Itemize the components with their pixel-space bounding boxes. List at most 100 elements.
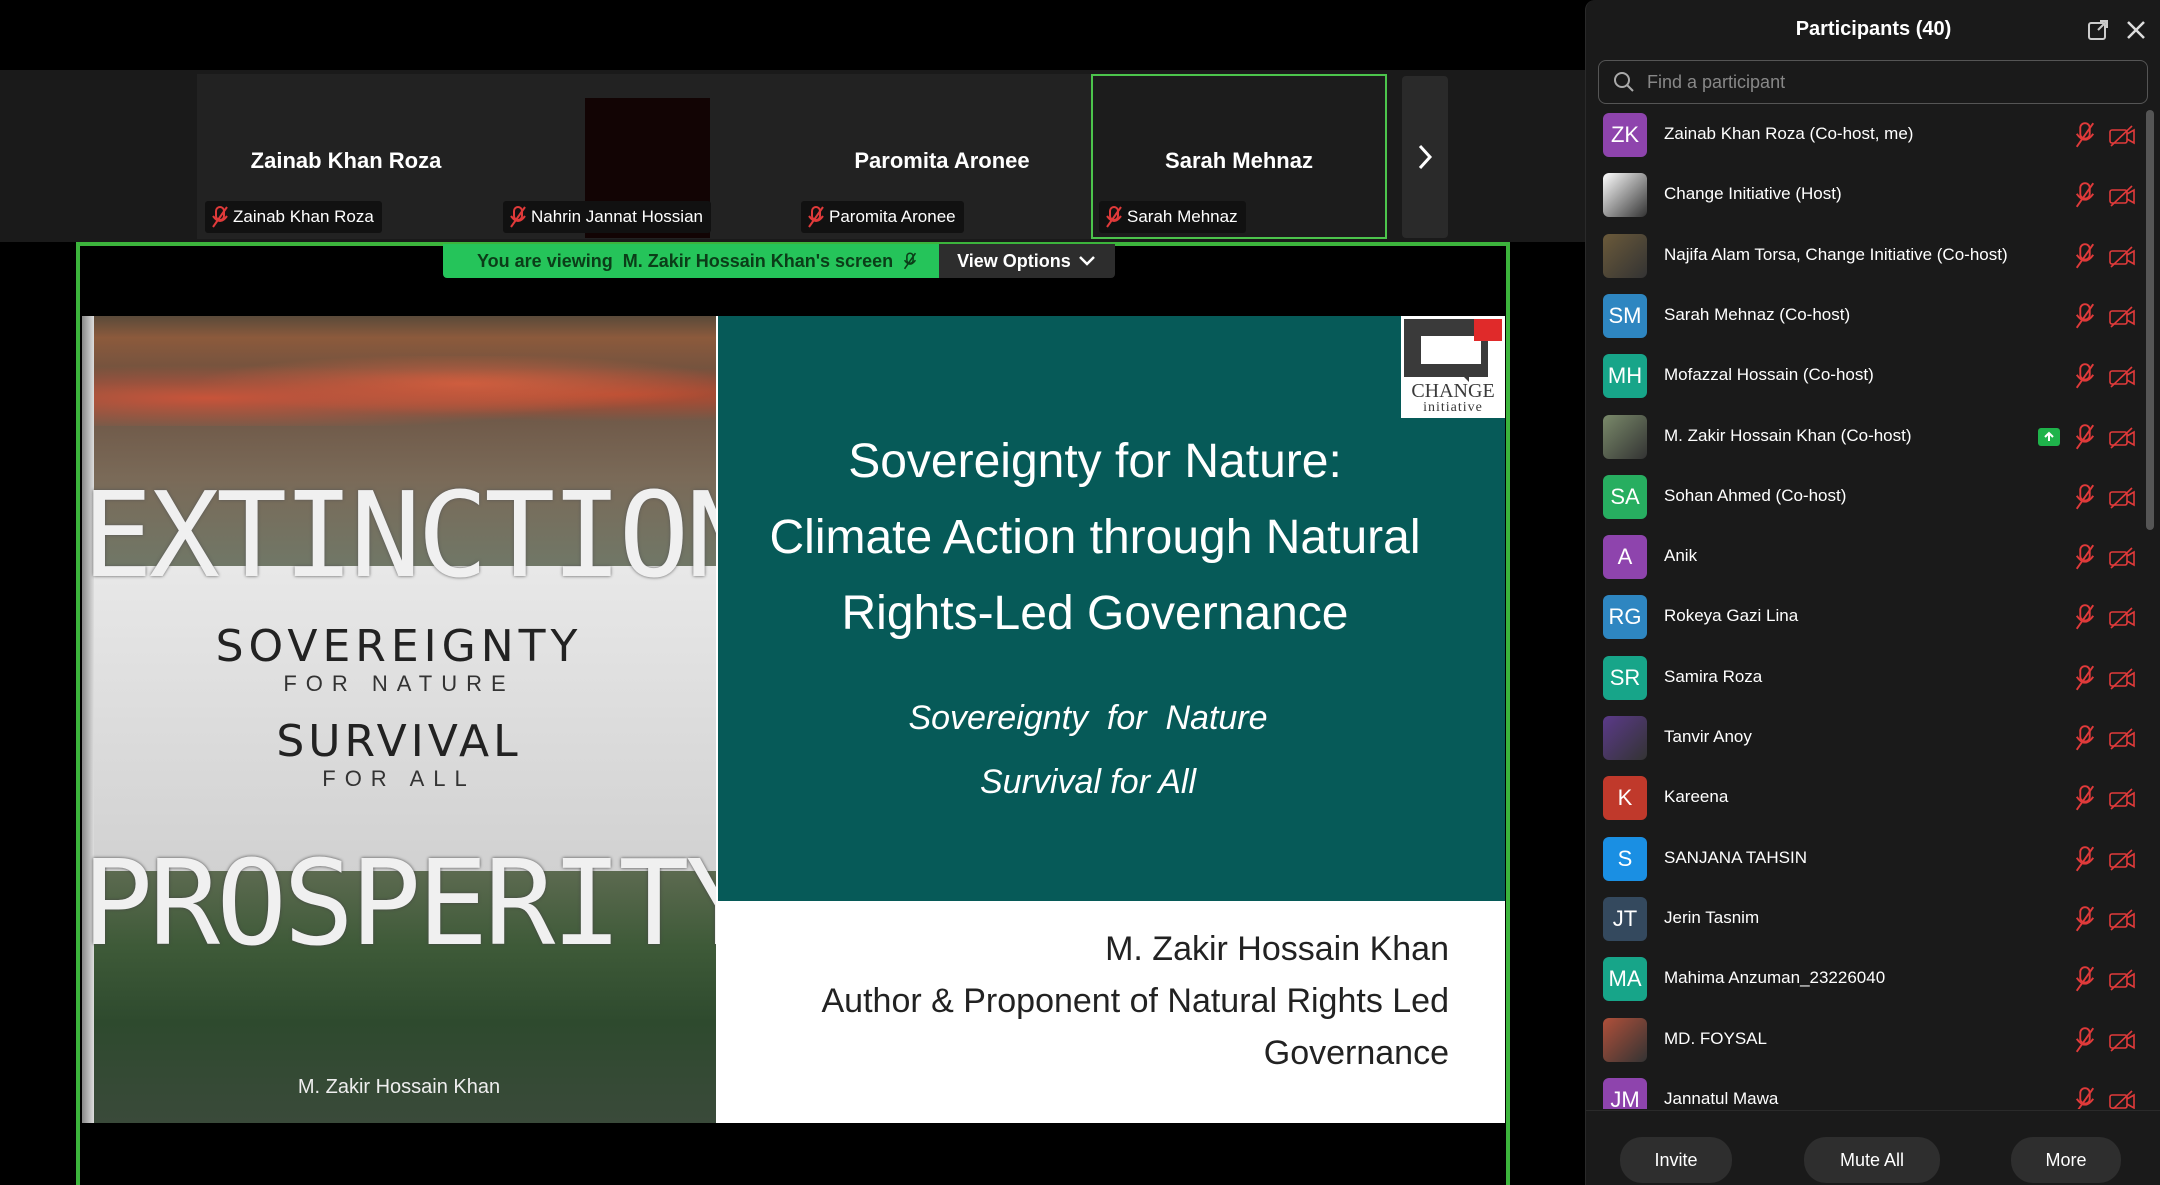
book-author: M. Zakir Hossain Khan [297,1076,501,1098]
video-off-icon[interactable] [2108,787,2136,811]
search-input[interactable] [1647,71,2127,93]
tile-name: Zainab Khan Roza [250,148,442,173]
video-tile-paromita[interactable]: Paromita Aronee Paromita Aronee [793,74,1091,239]
participant-row[interactable]: Najifa Alam Torsa, Change Initiative (Co… [1586,225,2146,285]
mic-muted-icon[interactable] [2074,423,2096,450]
video-off-icon[interactable] [2108,426,2136,450]
participant-row[interactable]: A Anik [1586,526,2146,586]
participant-name: SANJANA TAHSIN [1664,847,1807,867]
video-off-icon[interactable] [2108,1089,2136,1109]
avatar: MA [1603,957,1647,1002]
participant-row[interactable]: Tanvir Anoy [1586,707,2146,767]
video-off-icon[interactable] [2108,848,2136,872]
video-off-icon[interactable] [2108,606,2136,630]
mic-muted-icon[interactable] [2074,604,2096,630]
video-off-icon[interactable] [2108,245,2136,269]
mic-muted-icon[interactable] [2074,122,2096,148]
slide-title-panel: Sovereignty for Nature: Climate Action t… [718,316,1505,901]
slide-title-line: Climate Action through Natural [769,511,1421,564]
zoom-meeting-window: Zainab Khan Roza Zainab Khan Roza Nahrin… [0,0,2160,1185]
participant-row[interactable]: S SANJANA TAHSIN [1586,828,2146,888]
mic-muted-icon[interactable] [2074,906,2096,932]
participant-row[interactable]: MD. FOYSAL [1586,1009,2146,1069]
avatar: SR [1603,655,1647,700]
video-off-icon[interactable] [2108,667,2136,691]
participant-row[interactable]: MH Mofazzal Hossain (Co-host) [1586,345,2146,405]
mic-muted-icon[interactable] [2074,363,2096,389]
participant-row[interactable]: SM Sarah Mehnaz (Co-host) [1586,285,2146,345]
panel-footer: Invite Mute All More [1586,1110,2160,1185]
avatar: JM [1603,1077,1647,1109]
book-for-all: FOR ALL [322,766,476,791]
participant-name: Mahima Anzuman_23226040 [1664,968,1886,988]
video-off-icon[interactable] [2108,727,2136,751]
search-icon [1614,72,1634,92]
video-tile-zainab[interactable]: Zainab Khan Roza Zainab Khan Roza [197,74,495,239]
avatar [1603,414,1647,459]
viewing-name: M. Zakir Hossain Khan's screen [622,250,894,271]
participant-row[interactable]: ZK Zainab Khan Roza (Co-host, me) [1586,104,2146,164]
avatar: K [1603,776,1647,821]
participant-search[interactable] [1598,60,2148,104]
pop-out-icon[interactable] [2086,18,2110,42]
view-options-button[interactable]: View Options [939,244,1115,278]
participant-row[interactable]: JT Jerin Tasnim [1586,888,2146,948]
participant-row[interactable]: K Kareena [1586,767,2146,827]
video-off-icon[interactable] [2108,546,2136,570]
mic-muted-icon[interactable] [2074,1087,2096,1109]
avatar: RG [1603,595,1647,640]
avatar [1603,1017,1647,1062]
participant-name: Rokeya Gazi Lina [1664,606,1799,626]
next-page-button[interactable] [1402,76,1448,238]
mute-all-button[interactable]: Mute All [1804,1137,1940,1183]
participant-row[interactable]: SA Sohan Ahmed (Co-host) [1586,466,2146,526]
participant-row[interactable]: Change Initiative (Host) [1586,164,2146,224]
video-off-icon[interactable] [2108,184,2136,208]
mic-muted-icon[interactable] [2074,845,2096,872]
participant-row[interactable]: SR Samira Roza [1586,647,2146,707]
participant-name: Jannatul Mawa [1664,1088,1779,1108]
more-button[interactable]: More [2011,1137,2121,1183]
video-off-icon[interactable] [2108,365,2136,389]
mic-muted-icon[interactable] [2074,785,2096,811]
mic-muted-icon[interactable] [2074,544,2096,570]
video-off-icon[interactable] [2108,908,2136,932]
slide-subtitle-line: Survival for All [979,763,1197,801]
video-off-icon[interactable] [2108,968,2136,992]
video-off-icon[interactable] [2108,1029,2136,1053]
book-cover-image: EXTINCTION SOVEREIGNTY FOR NATURE SURVIV… [82,316,716,1123]
presentation-slide: EXTINCTION SOVEREIGNTY FOR NATURE SURVIV… [82,316,1505,1123]
avatar: JT [1603,896,1647,941]
video-off-icon[interactable] [2108,486,2136,510]
mic-muted-icon[interactable] [2074,242,2096,269]
mic-muted-icon[interactable] [2074,664,2096,691]
video-tile-nahrin[interactable]: Nahrin Jannat Hossian [495,74,793,239]
mic-muted-icon [807,206,825,228]
video-tile-sarah[interactable]: Sarah Mehnaz Sarah Mehnaz [1091,74,1387,239]
close-icon[interactable] [2124,18,2148,42]
mic-muted-icon[interactable] [2074,182,2096,208]
mic-muted-icon[interactable] [2074,725,2096,751]
view-options-label: View Options [957,250,1071,271]
tile-name-tag: Sarah Mehnaz [1099,201,1246,233]
mic-muted-icon[interactable] [2074,1026,2096,1053]
mic-muted-icon[interactable] [2074,484,2096,510]
participant-row[interactable]: JM Jannatul Mawa [1586,1069,2146,1109]
invite-button[interactable]: Invite [1620,1137,1732,1183]
avatar: SA [1603,474,1647,519]
mic-muted-icon[interactable] [2074,303,2096,329]
slide-title-line: Rights-Led Governance [841,587,1349,640]
avatar [1603,173,1647,218]
participant-name: Samira Roza [1664,666,1763,686]
mic-muted-icon[interactable] [2074,966,2096,992]
video-off-icon[interactable] [2108,124,2136,148]
slide-presenter-panel: M. Zakir Hossain Khan Author & Proponent… [718,901,1505,1123]
participant-row[interactable]: RG Rokeya Gazi Lina [1586,586,2146,646]
video-off-icon[interactable] [2108,305,2136,329]
participant-row[interactable]: M. Zakir Hossain Khan (Co-host) [1586,406,2146,466]
participant-list-scrollbar[interactable] [2146,110,2154,530]
book-word-bottom: PROSPERITY [82,834,716,972]
participant-name: Kareena [1664,787,1729,807]
panel-title: Participants (40) [1795,18,1952,40]
participant-row[interactable]: MA Mahima Anzuman_23226040 [1586,948,2146,1008]
